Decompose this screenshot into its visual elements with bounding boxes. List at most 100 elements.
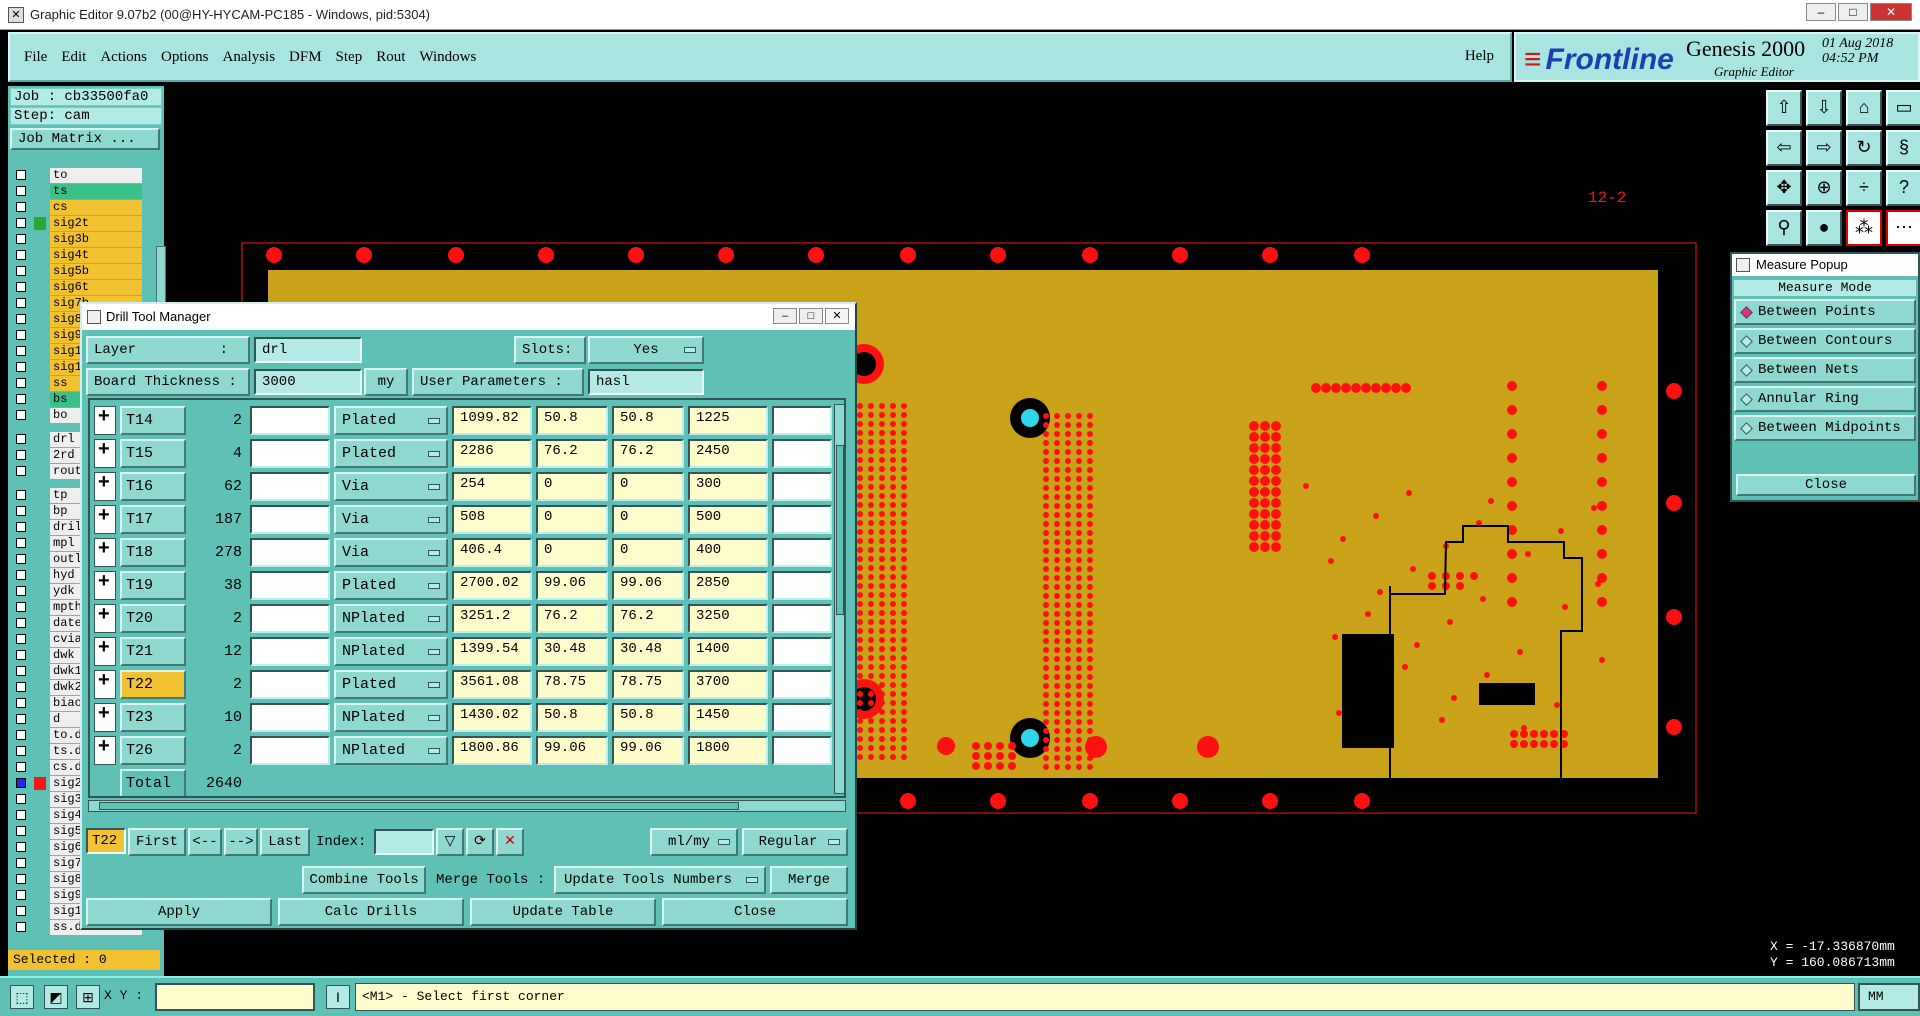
pan-left-icon[interactable]: ⇦ [1766, 130, 1802, 166]
tool-type-dropdown[interactable]: NPlated [334, 604, 448, 633]
filter-icon[interactable]: ▽ [436, 828, 464, 856]
tool-text-field[interactable] [772, 538, 832, 567]
table-row[interactable]: T154Plated228676.276.22450 [90, 437, 832, 470]
tool-text-field[interactable] [250, 439, 330, 468]
tool-type-dropdown[interactable]: Via [334, 505, 448, 534]
tool-text-field[interactable] [250, 637, 330, 666]
layer-checkbox[interactable] [16, 794, 26, 804]
layer-checkbox[interactable] [16, 586, 26, 596]
tool-drill-field[interactable]: 1225 [688, 406, 768, 435]
tool-text-field[interactable] [772, 406, 832, 435]
last-button[interactable]: Last [260, 828, 310, 856]
layer-checkbox[interactable] [16, 618, 26, 628]
tool-text-field[interactable] [250, 736, 330, 765]
tool-text-field[interactable] [250, 472, 330, 501]
menu-analysis[interactable]: Analysis [223, 49, 276, 66]
table-vertical-scrollbar[interactable] [834, 404, 844, 794]
option-between-contours[interactable]: Between Contours [1734, 328, 1916, 354]
expand-icon[interactable] [94, 471, 116, 501]
table-row[interactable]: T142Plated1099.8250.850.81225 [90, 404, 832, 437]
tool-drill-field[interactable]: 1800 [688, 736, 768, 765]
layer-checkbox[interactable] [16, 714, 26, 724]
select-mode-icon[interactable]: ⬚ [10, 985, 34, 1009]
tool-tol-minus-field[interactable]: 76.2 [612, 604, 684, 633]
job-matrix-button[interactable]: Job Matrix ... [10, 128, 160, 150]
tool-text-field[interactable] [772, 604, 832, 633]
option-between-nets[interactable]: Between Nets [1734, 357, 1916, 383]
layer-checkbox[interactable] [16, 266, 26, 276]
layer-checkbox[interactable] [16, 570, 26, 580]
first-button[interactable]: First [128, 828, 186, 856]
layer-checkbox[interactable] [16, 362, 26, 372]
layer-checkbox[interactable] [16, 234, 26, 244]
layer-checkbox[interactable] [16, 346, 26, 356]
tool-text-field[interactable] [250, 703, 330, 732]
layer-checkbox[interactable] [16, 434, 26, 444]
tool-finish-field[interactable]: 2286 [452, 439, 532, 468]
tool-finish-field[interactable]: 2700.02 [452, 571, 532, 600]
layer-name[interactable]: sig6t [50, 280, 142, 295]
table-row[interactable]: T2310NPlated1430.0250.850.81450 [90, 701, 832, 734]
tool-tol-minus-field[interactable]: 99.06 [612, 571, 684, 600]
tool-type-dropdown[interactable]: Plated [334, 670, 448, 699]
next-button[interactable]: --> [224, 828, 258, 856]
cursor-icon[interactable]: I [326, 985, 350, 1009]
layer-checkbox[interactable] [16, 698, 26, 708]
tool-type-dropdown[interactable]: Plated [334, 439, 448, 468]
tool-drill-field[interactable]: 400 [688, 538, 768, 567]
measure-close-button[interactable]: Close [1736, 474, 1916, 496]
dtm-close-button[interactable]: ✕ [825, 308, 849, 324]
update-table-button[interactable]: Update Table [470, 898, 656, 926]
option-between-midpoints[interactable]: Between Midpoints [1734, 415, 1916, 441]
delete-icon[interactable]: ✕ [496, 828, 524, 856]
dtm-minimize-button[interactable]: – [773, 308, 797, 324]
tool-finish-field[interactable]: 3251.2 [452, 604, 532, 633]
table-row[interactable]: T202NPlated3251.276.276.23250 [90, 602, 832, 635]
center-icon[interactable]: ⊕ [1806, 170, 1842, 206]
layer-checkbox[interactable] [16, 522, 26, 532]
table-row[interactable]: T2112NPlated1399.5430.4830.481400 [90, 635, 832, 668]
layer-name[interactable]: sig2t [50, 216, 142, 231]
layer-checkbox[interactable] [16, 314, 26, 324]
layer-name[interactable]: sig4t [50, 248, 142, 263]
layer-row[interactable]: sig4t [10, 248, 156, 263]
user-params-field[interactable]: hasl [588, 369, 704, 395]
combine-tools-button[interactable]: Combine Tools [302, 866, 426, 894]
menu-options[interactable]: Options [161, 49, 209, 66]
layer-checkbox[interactable] [16, 634, 26, 644]
tool-name[interactable]: T22 [120, 670, 186, 699]
tool-text-field[interactable] [772, 439, 832, 468]
grid-mode-icon[interactable]: ⊞ [76, 985, 100, 1009]
menu-dfm[interactable]: DFM [289, 49, 322, 66]
tool-text-field[interactable] [250, 670, 330, 699]
home-icon[interactable]: ⌂ [1846, 90, 1882, 126]
refresh-icon[interactable]: ⟳ [466, 828, 494, 856]
menu-windows[interactable]: Windows [419, 49, 476, 66]
menu-step[interactable]: Step [336, 49, 363, 66]
expand-icon[interactable] [94, 603, 116, 633]
tool-drill-field[interactable]: 300 [688, 472, 768, 501]
scale-icon[interactable]: ÷ [1846, 170, 1882, 206]
layer-checkbox[interactable] [16, 466, 26, 476]
tool-tol-plus-field[interactable]: 0 [536, 505, 608, 534]
tool-text-field[interactable] [250, 604, 330, 633]
layer-checkbox[interactable] [16, 490, 26, 500]
table-row[interactable]: T18278Via406.400400 [90, 536, 832, 569]
table-row[interactable]: T17187Via50800500 [90, 503, 832, 536]
tool-finish-field[interactable]: 1800.86 [452, 736, 532, 765]
tool-type-dropdown[interactable]: NPlated [334, 736, 448, 765]
tool-drill-field[interactable]: 3250 [688, 604, 768, 633]
tool-tol-plus-field[interactable]: 0 [536, 538, 608, 567]
layer-name[interactable]: ts [50, 184, 142, 199]
snap-icon[interactable]: ▭ [1886, 90, 1920, 126]
maximize-button[interactable]: □ [1838, 3, 1868, 21]
units-selector[interactable]: MM [1858, 983, 1920, 1011]
layer-row[interactable]: ts [10, 184, 156, 199]
scroll-icon[interactable]: § [1886, 130, 1920, 166]
table-row[interactable]: T222Plated3561.0878.7578.753700 [90, 668, 832, 701]
layer-checkbox[interactable] [16, 506, 26, 516]
tool-finish-field[interactable]: 1099.82 [452, 406, 532, 435]
drill-icon[interactable]: ● [1806, 210, 1842, 246]
layer-name[interactable]: sig3b [50, 232, 142, 247]
tool-tol-minus-field[interactable]: 76.2 [612, 439, 684, 468]
